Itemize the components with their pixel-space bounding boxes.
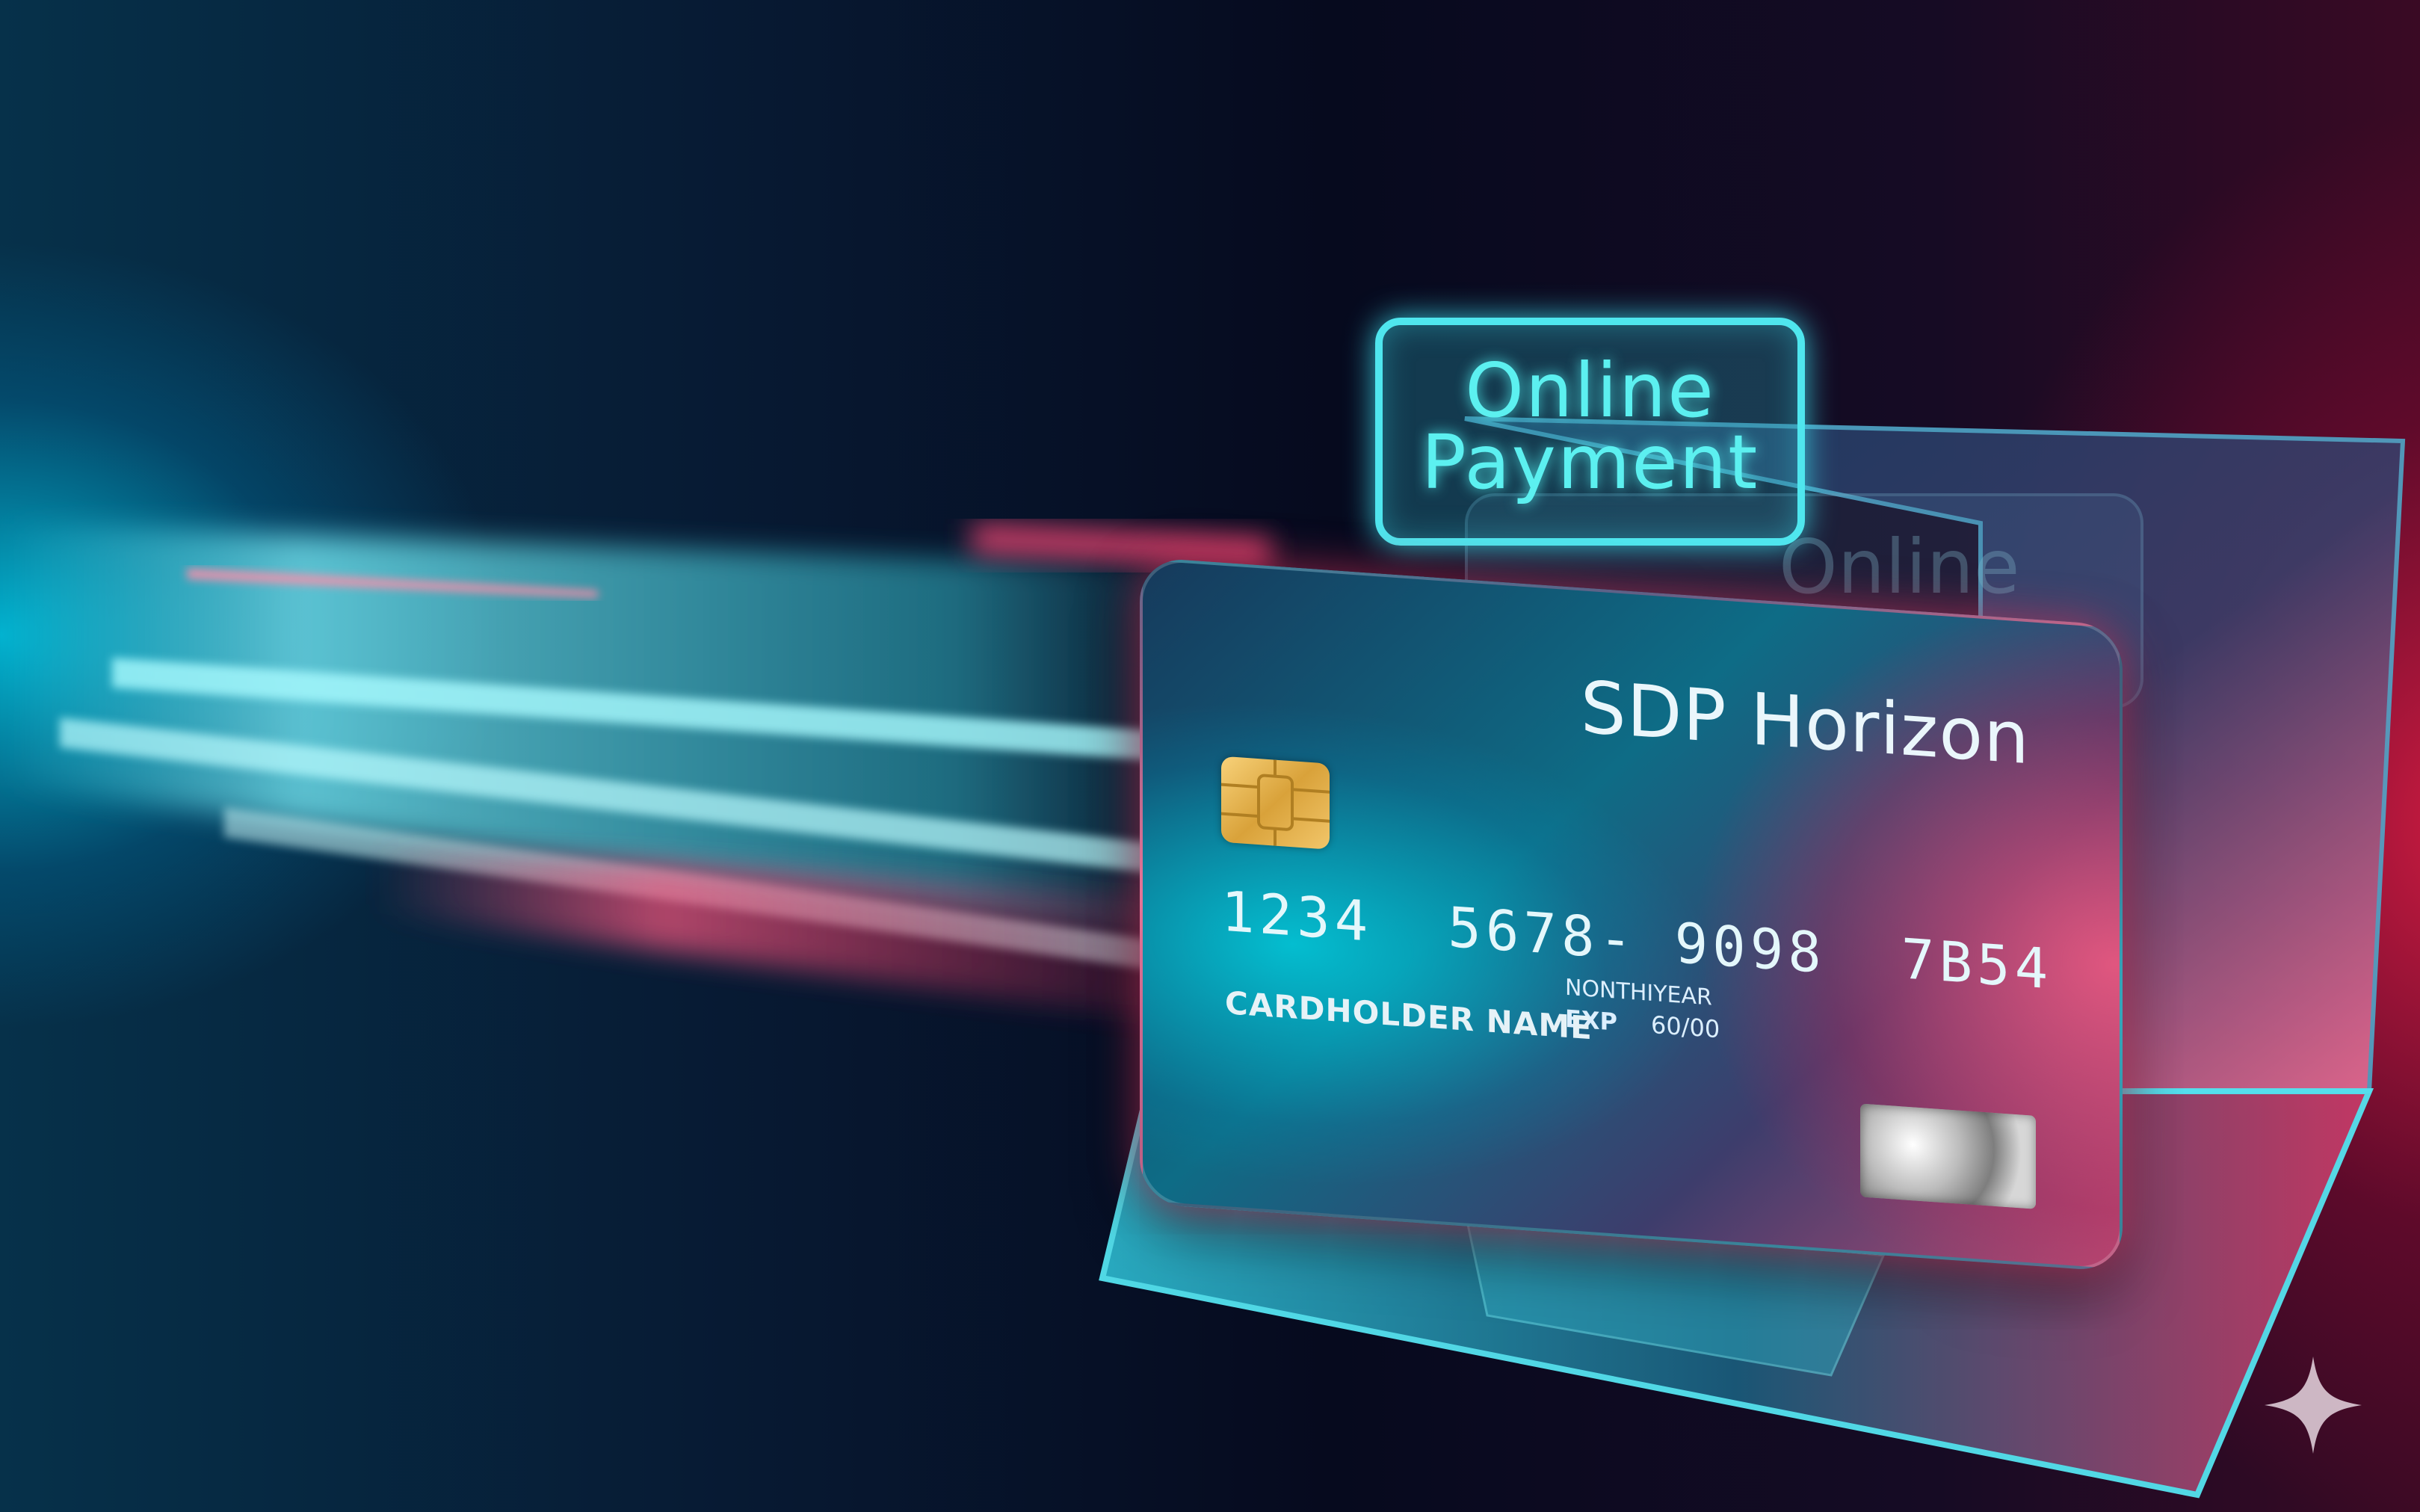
expiry-value: 60/00 xyxy=(1651,1010,1720,1044)
ghost-online-text: Online xyxy=(1779,523,2020,611)
cardholder-name: CARDHOLDER NAME xyxy=(1225,984,1593,1047)
hologram-icon xyxy=(1860,1103,2036,1209)
sparkle-icon xyxy=(2265,1357,2362,1454)
hero-scene: Online Online Payment SDP Horizon 1234 5… xyxy=(0,0,2420,1512)
online-payment-badge: Online Payment xyxy=(1375,318,1805,546)
credit-card: SDP Horizon 1234 5678- 9098 7B54 NONTHIY… xyxy=(1140,557,2123,1272)
card-brand-name: SDP Horizon xyxy=(1580,665,2030,781)
chip-icon xyxy=(1221,756,1330,850)
badge-line-online: Online xyxy=(1465,347,1715,434)
badge-line-payment: Payment xyxy=(1421,419,1759,506)
